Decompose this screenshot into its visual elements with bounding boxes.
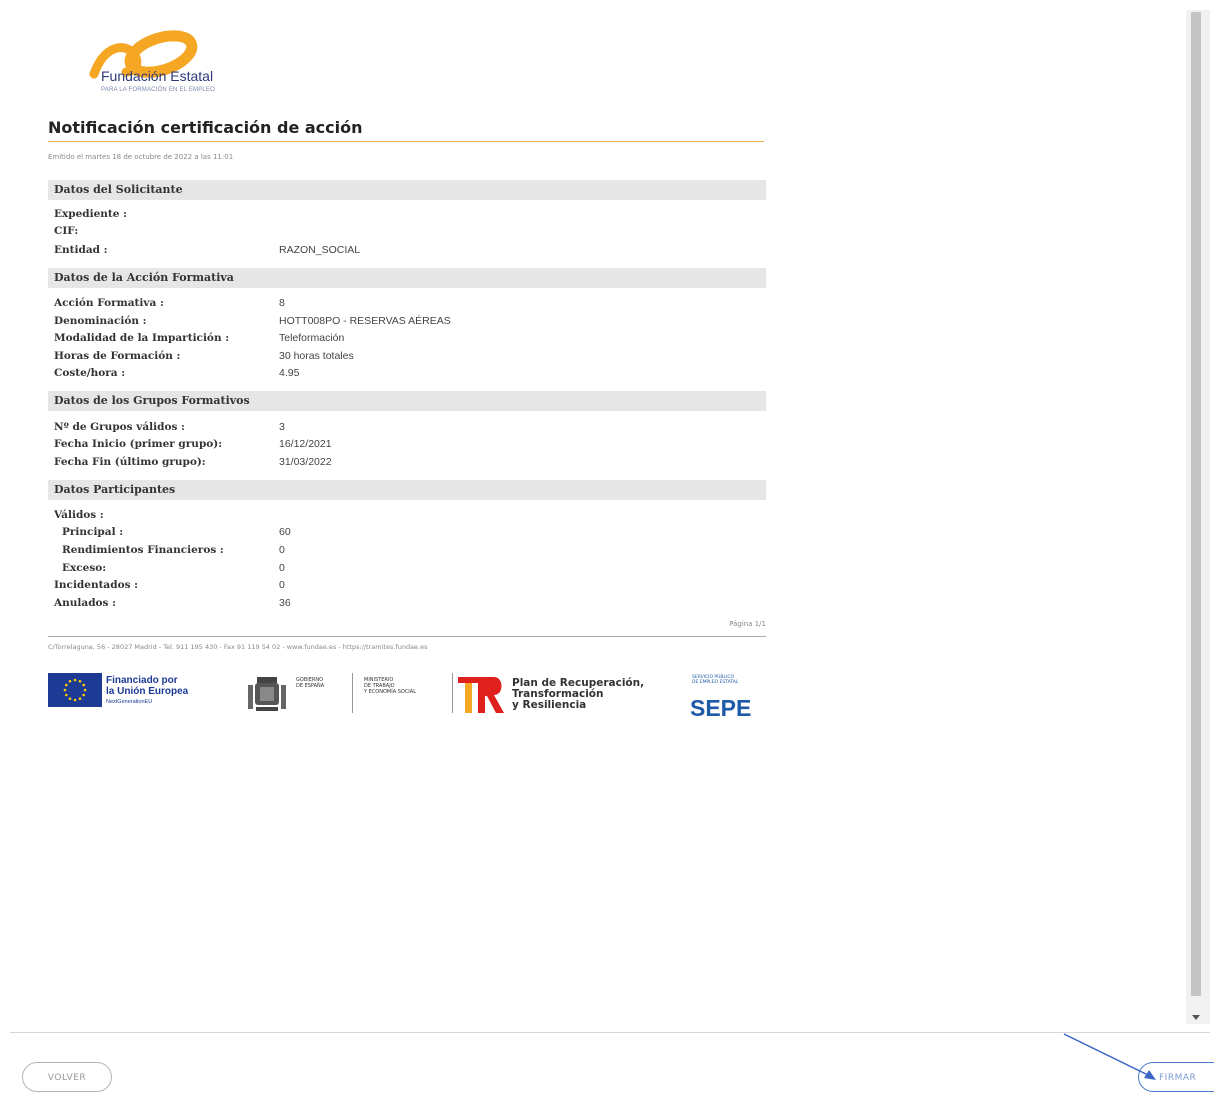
row-anulados: Anulados : 36 [54,595,754,612]
scroll-down-arrow-icon[interactable] [1192,1015,1200,1020]
row-modalidad: Modalidad de la Impartición : Teleformac… [54,330,754,347]
row-expediente: Expediente : [54,206,754,223]
row-rendimientos: Rendimientos Financieros : 0 [54,542,754,559]
row-incidentados: Incidentados : 0 [54,577,754,594]
coste-value: 4.95 [279,367,300,379]
row-coste: Coste/hora : 4.95 [54,365,754,382]
spain-coat-of-arms-icon [248,677,286,711]
fecha-fin-label: Fecha Fin (último grupo): [54,456,206,468]
validos-label: Válidos : [54,509,104,521]
emitted-date: Emitido el martes 18 de octubre de 2022 … [48,153,234,161]
funding-logos: Financiado por la Unión Europea NextGene… [48,665,766,727]
row-cif: CIF: [54,223,754,240]
anulados-label: Anulados : [54,597,116,609]
accion-label: Acción Formativa : [54,297,164,309]
denominacion-label: Denominación : [54,315,147,327]
logo-divider [452,673,453,713]
rendimientos-label: Rendimientos Financieros : [62,544,224,556]
section-solicitante: Datos del Solicitante [48,180,766,200]
fecha-inicio-value: 16/12/2021 [279,438,332,450]
accion-value: 8 [279,297,285,309]
modalidad-label: Modalidad de la Impartición : [54,332,230,344]
eu-funding-text: Financiado por la Unión Europea NextGene… [106,675,189,705]
grupos-validos-value: 3 [279,421,285,433]
fecha-inicio-label: Fecha Inicio (primer grupo): [54,438,223,450]
exceso-label: Exceso: [62,562,107,574]
coste-label: Coste/hora : [54,367,126,379]
denominacion-value: HOTT008PO - RESERVAS AÉREAS [279,315,451,327]
document-viewer: Fundación Estatal PARA LA FORMACIÓN EN E… [10,10,1210,1033]
logo-name: Fundación Estatal [101,68,214,84]
row-fecha-inicio: Fecha Inicio (primer grupo): 16/12/2021 [54,436,754,453]
footer-divider [48,636,766,637]
principal-label: Principal : [62,526,124,538]
row-principal: Principal : 60 [54,524,754,541]
page-number: Página 1/1 [729,620,766,628]
row-grupos-validos: Nº de Grupos válidos : 3 [54,419,754,436]
horas-label: Horas de Formación : [54,350,181,362]
gobierno-text: GOBIERNO DE ESPAÑA [296,677,325,689]
incidentados-label: Incidentados : [54,579,139,591]
recovery-plan-tr-icon [458,677,504,713]
anulados-value: 36 [279,597,291,609]
row-fecha-fin: Fecha Fin (último grupo): 31/03/2022 [54,454,754,471]
modalidad-value: Teleformación [279,332,345,344]
row-denominacion: Denominación : HOTT008PO - RESERVAS AÉRE… [54,313,754,330]
grupos-validos-label: Nº de Grupos válidos : [54,421,185,433]
row-validos: Válidos : [54,507,754,524]
section-participantes: Datos Participantes [48,480,766,500]
annotation-arrow-icon [1063,1033,1156,1080]
section-grupos-formativos: Datos de los Grupos Formativos [48,391,766,411]
volver-button[interactable]: VOLVER [22,1062,112,1092]
section-accion-formativa: Datos de la Acción Formativa [48,268,766,288]
expediente-label: Expediente : [54,208,127,220]
fecha-fin-value: 31/03/2022 [279,456,332,468]
row-entidad: Entidad : RAZON_SOCIAL [54,242,754,259]
entidad-value: RAZON_SOCIAL [279,244,361,256]
rendimientos-value: 0 [279,544,285,556]
cif-label: CIF: [54,225,79,237]
row-horas: Horas de Formación : 30 horas totales [54,348,754,365]
sepe-subtitle: SERVICIO PÚBLICO DE EMPLEO ESTATAL [692,675,739,685]
scrollbar-thumb[interactable] [1191,12,1201,996]
row-exceso: Exceso: 0 [54,560,754,577]
sepe-logo: SEPE [690,695,752,721]
vertical-scrollbar[interactable] [1186,10,1210,1024]
exceso-value: 0 [279,562,285,574]
entidad-label: Entidad : [54,244,108,256]
logo-divider [352,673,353,713]
document-title: Notificación certificación de acción [48,118,764,142]
footer-address: C/Torrelaguna, 56 - 28027 Madrid - Tel. … [48,643,428,651]
row-accion-formativa: Acción Formativa : 8 [54,295,754,312]
principal-value: 60 [279,526,291,538]
logo-subtitle: PARA LA FORMACIÓN EN EL EMPLEO [101,87,216,93]
eu-flag-icon [48,673,102,707]
horas-value: 30 horas totales [279,350,354,362]
ministerio-text: MINISTERIO DE TRABAJO Y ECONOMÍA SOCIAL [364,677,416,695]
incidentados-value: 0 [279,579,285,591]
recovery-plan-text: Plan de Recuperación, Transformación y R… [512,677,645,711]
